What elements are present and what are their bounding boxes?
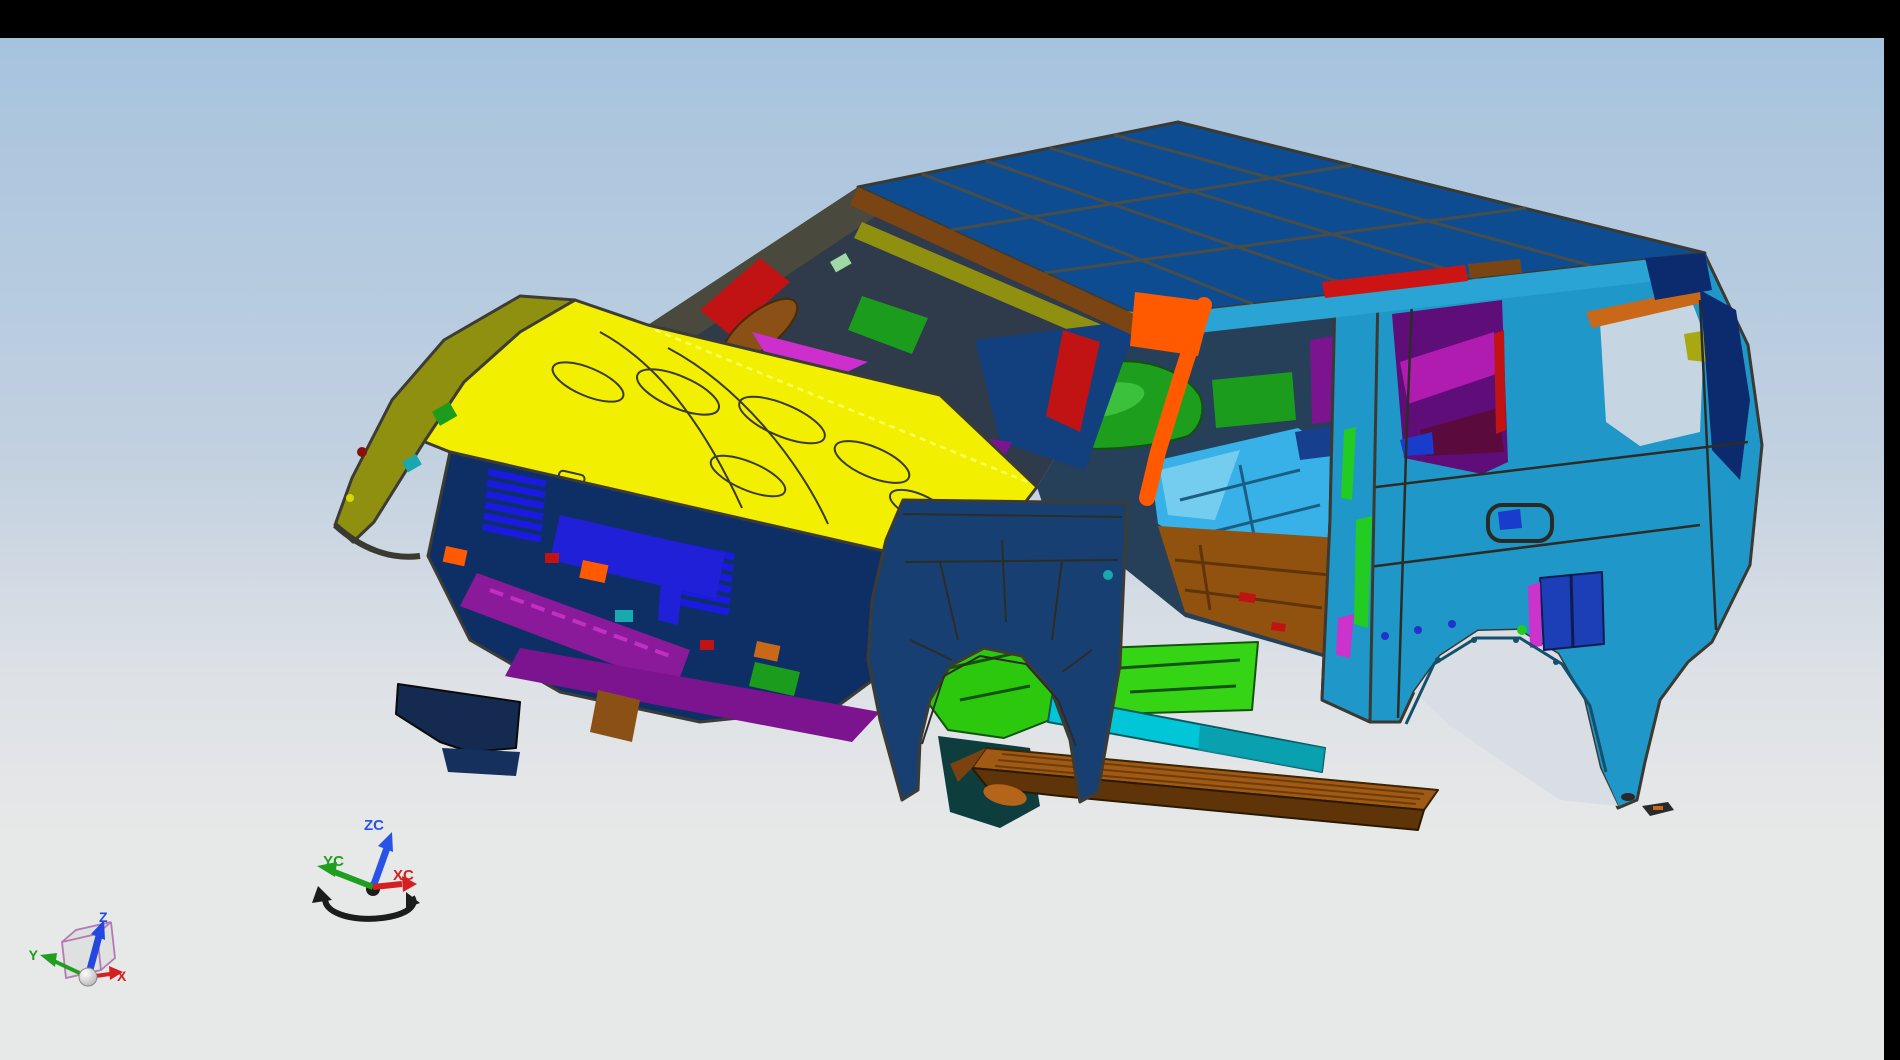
front-red-bit2 xyxy=(700,640,714,650)
csys-origin-ball xyxy=(79,968,97,986)
wcs-x-axis[interactable] xyxy=(373,884,402,887)
top-black-bar xyxy=(0,0,1900,38)
wcs-z-label: ZC xyxy=(364,817,384,834)
front-chin-panel2 xyxy=(442,748,520,776)
fender-red-dot xyxy=(357,447,367,457)
fuel-tank-seam xyxy=(1571,574,1573,648)
arch-green-bit xyxy=(1517,625,1527,635)
csys-x-label: X xyxy=(117,968,127,984)
viewport-3d[interactable]: ZC YC XC Z Y X xyxy=(0,0,1900,1060)
fender-cyan-dot xyxy=(1103,570,1113,580)
front-red-bit xyxy=(545,553,559,563)
front-teal-bit xyxy=(615,610,633,622)
arch-magenta-sliver xyxy=(1528,582,1542,648)
door-step-floor-green[interactable] xyxy=(1100,642,1258,714)
debris-part-small[interactable] xyxy=(1621,793,1635,801)
right-black-bar xyxy=(1884,0,1900,1060)
wcs-y-label: YC xyxy=(323,853,344,870)
csys-y-label: Y xyxy=(29,947,39,963)
quarter-window-opening[interactable] xyxy=(1600,302,1704,446)
rear-interior-red-sliver xyxy=(1494,330,1506,434)
cad-application-window: ZC YC XC Z Y X xyxy=(0,0,1900,1060)
interior-green-panel[interactable] xyxy=(1212,372,1296,428)
wcs-x-label: XC xyxy=(393,867,414,884)
csys-z-label: Z xyxy=(99,909,108,925)
debris-orange-detail xyxy=(1653,806,1663,810)
door-handle-blue-part xyxy=(1498,509,1522,530)
fender-yellow-dot xyxy=(346,494,354,502)
